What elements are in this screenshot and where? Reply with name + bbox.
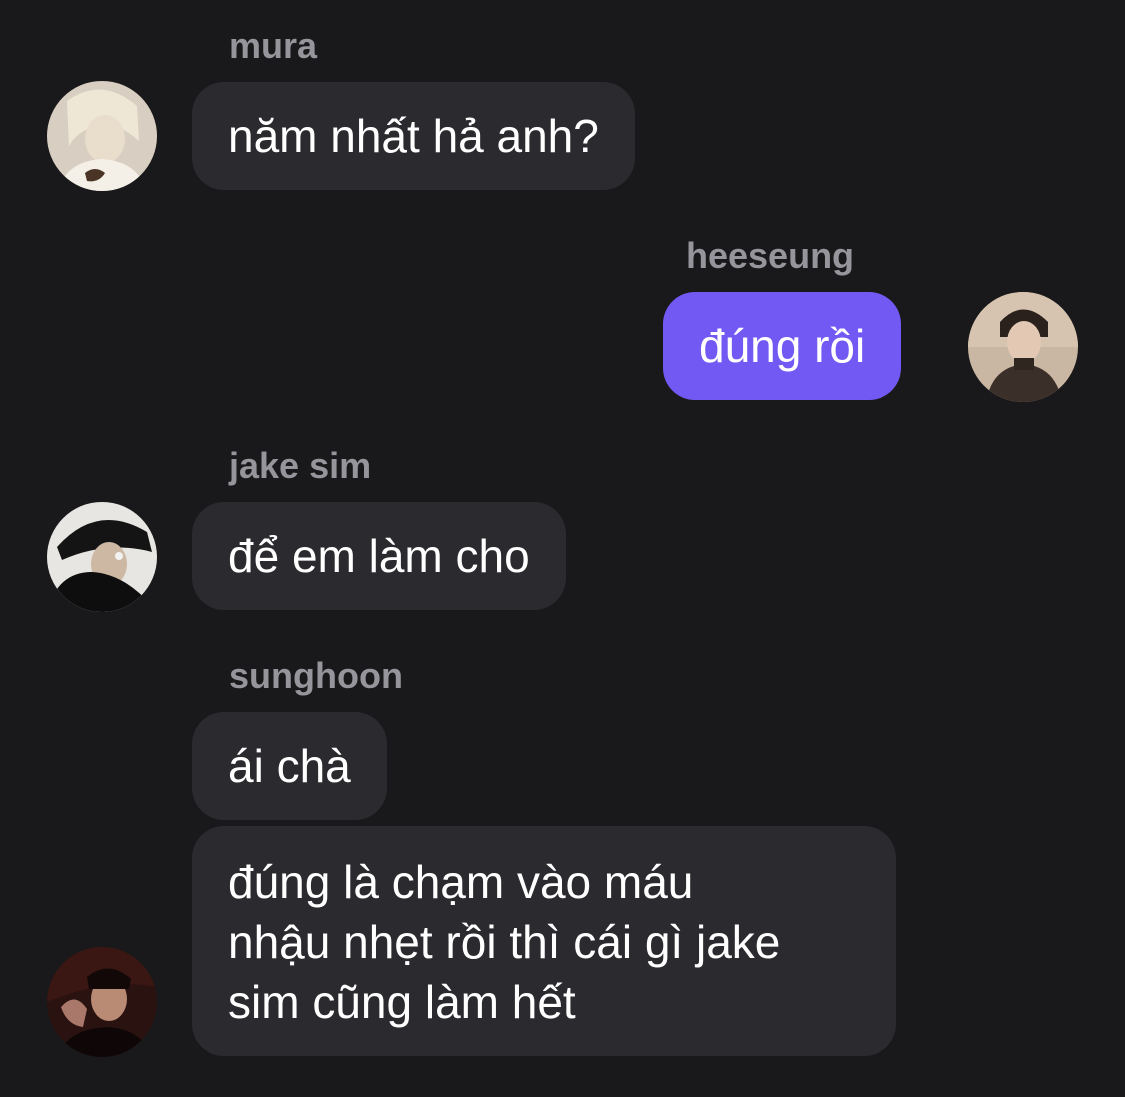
- sender-name[interactable]: sunghoon: [229, 654, 403, 698]
- sender-name[interactable]: heeseung: [686, 234, 854, 278]
- avatar-mura-icon[interactable]: [47, 81, 157, 191]
- message-bubble-outgoing[interactable]: đúng rồi: [663, 292, 902, 400]
- sender-name[interactable]: mura: [229, 24, 317, 68]
- message-bubble[interactable]: năm nhất hả anh?: [192, 82, 635, 190]
- message-line: đúng là chạm vào máu: [228, 856, 694, 908]
- message-line: nhậu nhẹt rồi thì cái gì jake: [228, 916, 781, 968]
- avatar-sunghoon-icon[interactable]: [47, 947, 157, 1057]
- avatar-heeseung-icon[interactable]: [968, 292, 1078, 402]
- message-bubble[interactable]: để em làm cho: [192, 502, 566, 610]
- sender-name[interactable]: jake sim: [229, 444, 371, 488]
- message-line: sim cũng làm hết: [228, 976, 576, 1028]
- message-bubble[interactable]: ái chà: [192, 712, 387, 820]
- message-bubble-multiline[interactable]: đúng là chạm vào máu nhậu nhẹt rồi thì c…: [192, 826, 896, 1056]
- avatar-jake-icon[interactable]: [47, 502, 157, 612]
